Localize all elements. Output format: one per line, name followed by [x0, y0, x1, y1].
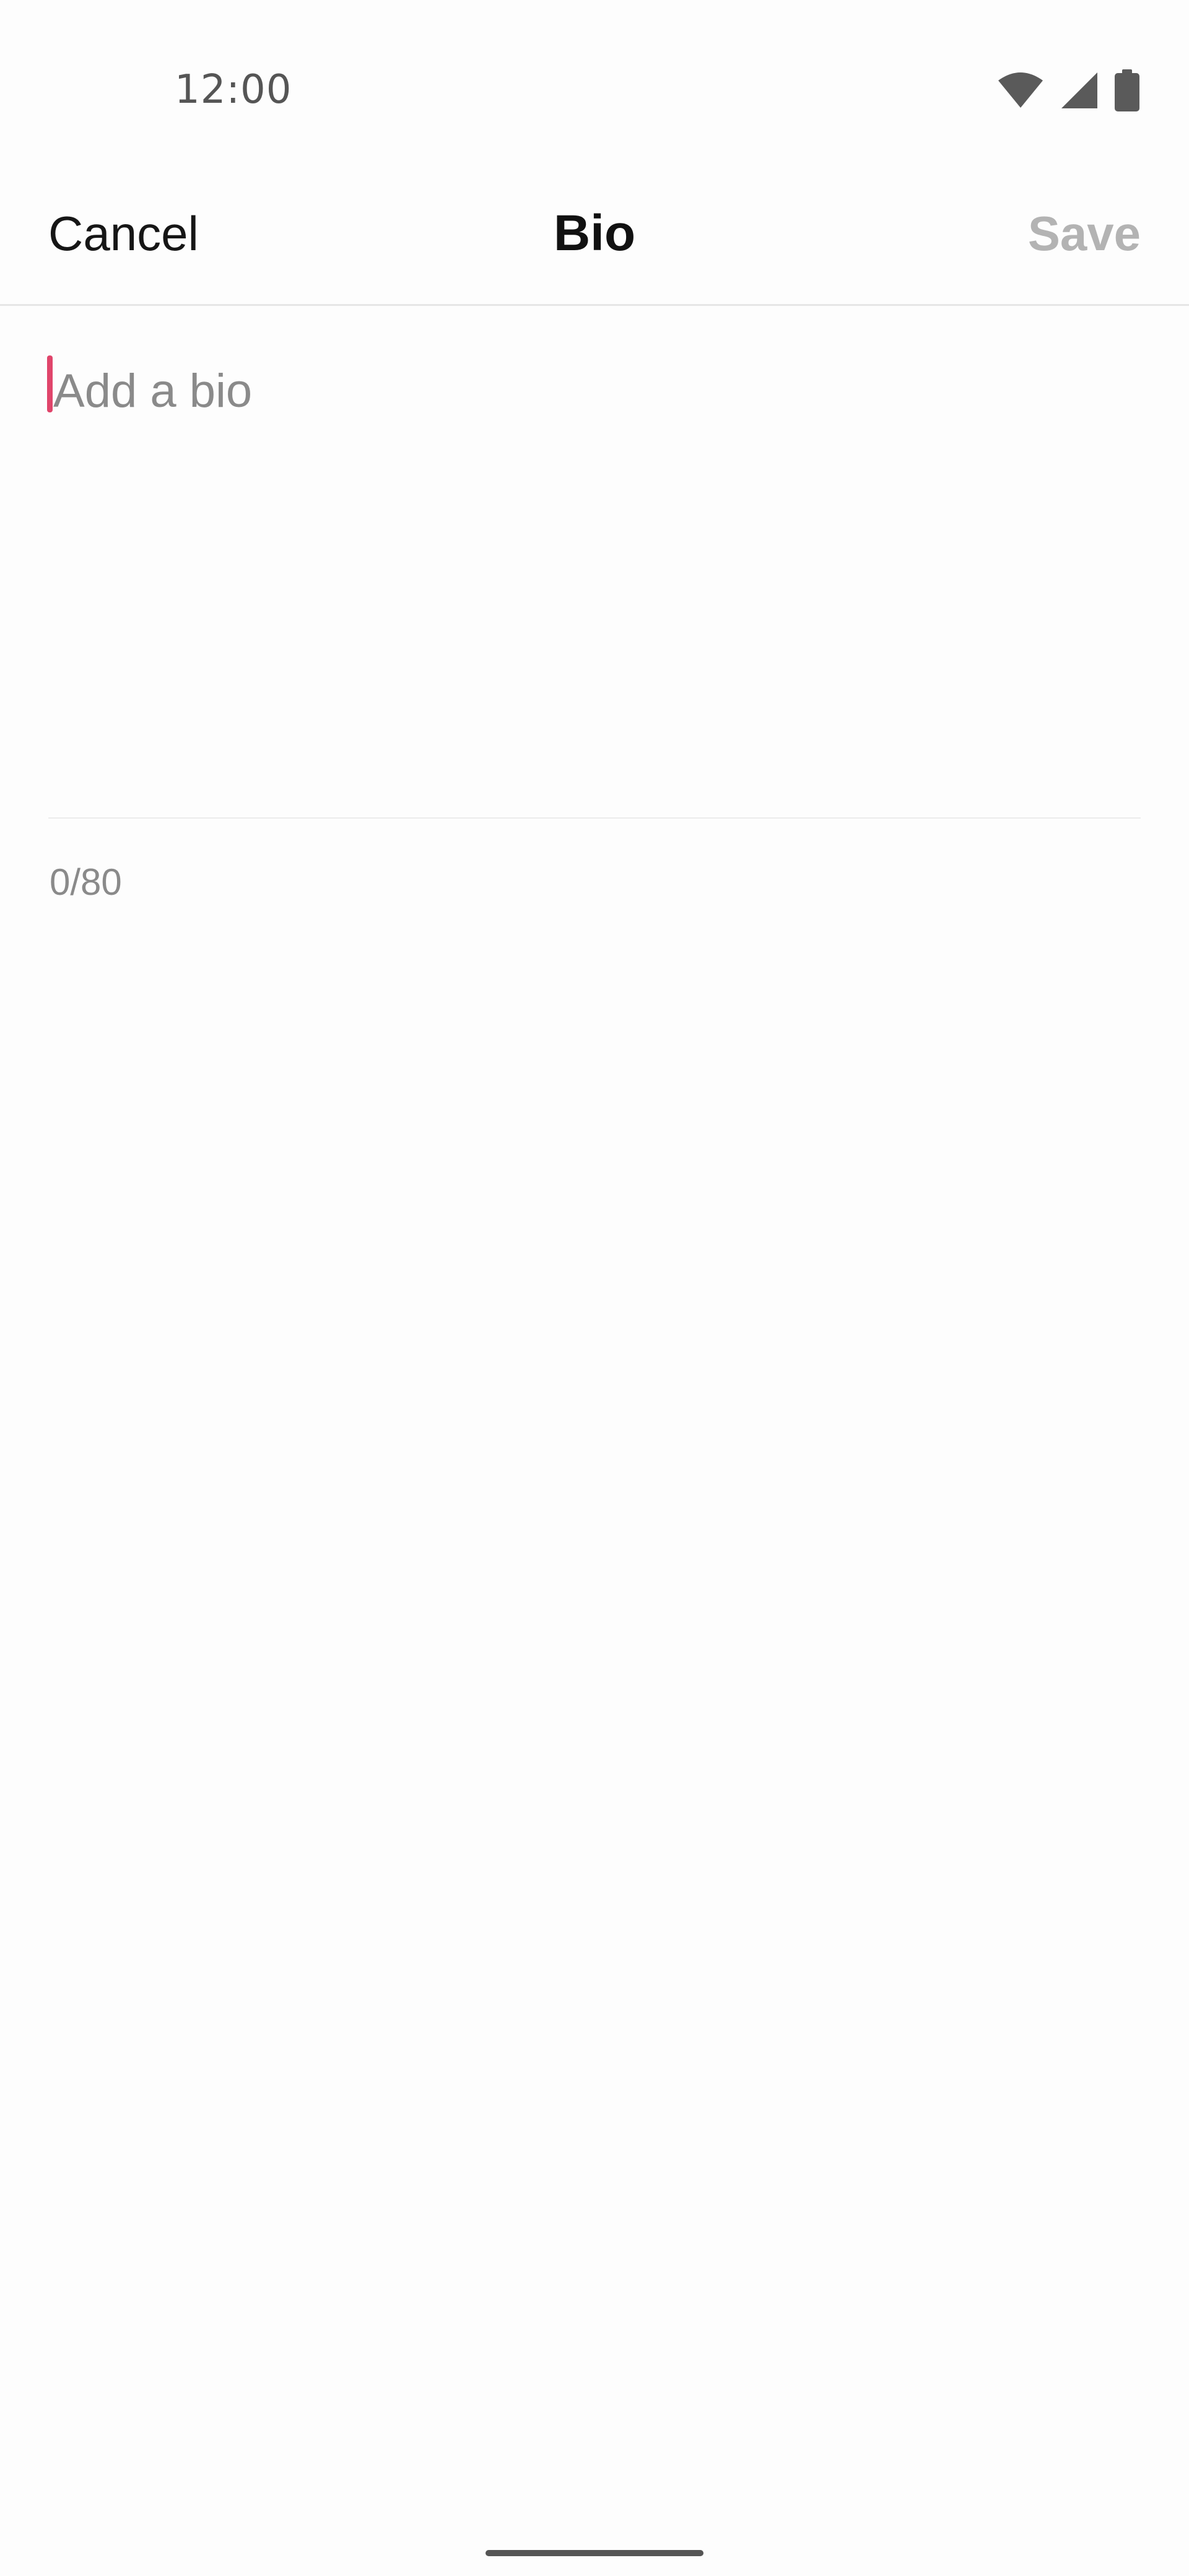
gesture-nav-handle[interactable] — [486, 2550, 703, 2556]
bio-edit-screen: 12:00 Cancel Bio Save Add a bio 0/80 — [0, 0, 1189, 2576]
cellular-signal-icon — [1060, 71, 1099, 110]
bio-input[interactable] — [48, 347, 1141, 817]
battery-icon — [1115, 69, 1139, 111]
status-icons — [997, 69, 1139, 111]
status-time: 12:00 — [175, 67, 292, 113]
text-cursor — [47, 355, 53, 412]
cancel-button[interactable]: Cancel — [48, 161, 199, 306]
app-header: Cancel Bio Save — [0, 161, 1189, 306]
wifi-icon — [997, 72, 1044, 109]
save-button[interactable]: Save — [1028, 161, 1141, 306]
bio-input-divider — [48, 817, 1141, 819]
character-counter: 0/80 — [50, 861, 122, 903]
status-bar: 12:00 — [0, 0, 1189, 161]
